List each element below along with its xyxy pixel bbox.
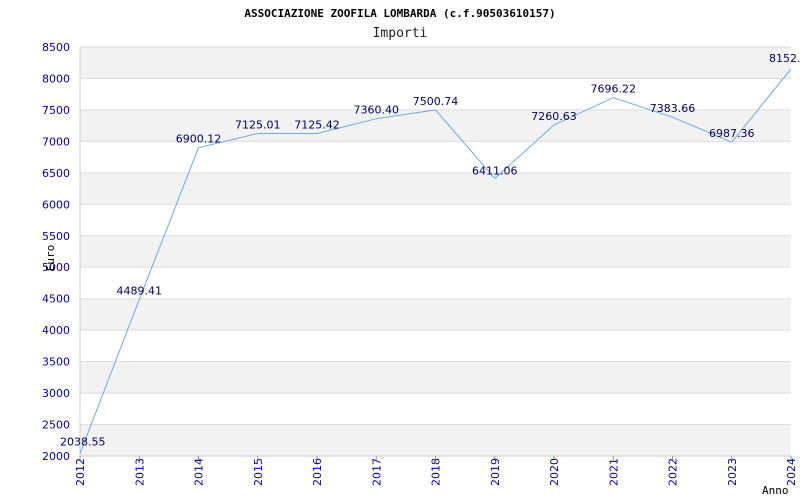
background-band bbox=[80, 235, 791, 268]
y-tick-label: 4000 bbox=[42, 324, 70, 337]
data-label: 6411.06 bbox=[472, 164, 518, 177]
y-tick-label: 8000 bbox=[42, 72, 70, 85]
y-axis-label: Euro bbox=[44, 245, 57, 272]
x-axis-label: Anno bbox=[762, 484, 789, 497]
data-label: 7500.74 bbox=[413, 95, 459, 108]
data-label: 7260.63 bbox=[531, 110, 577, 123]
x-tick-label: 2015 bbox=[252, 458, 265, 486]
y-tick-label: 3500 bbox=[42, 356, 70, 369]
line-chart: 2000250030003500400045005000550060006500… bbox=[42, 7, 800, 497]
x-tick-label: 2023 bbox=[726, 458, 739, 486]
chart-subtitle: Importi bbox=[373, 26, 428, 41]
data-label: 4489.41 bbox=[117, 284, 163, 297]
data-label: 7360.40 bbox=[354, 104, 400, 117]
y-tick-label: 8500 bbox=[42, 41, 70, 54]
y-tick-label: 3000 bbox=[42, 387, 70, 400]
x-tick-label: 2024 bbox=[785, 458, 798, 486]
data-label: 8152.17 bbox=[769, 52, 800, 65]
data-label: 7125.01 bbox=[235, 119, 281, 132]
data-label: 2038.55 bbox=[60, 436, 106, 449]
x-tick-labels: 2012 2013 2014 2015 2016 2017 2018 2019 2020 2021… bbox=[74, 458, 798, 486]
y-tick-label: 7000 bbox=[42, 135, 70, 148]
y-tick-label: 6000 bbox=[42, 198, 70, 211]
y-tick-label: 6500 bbox=[42, 167, 70, 180]
x-tick-label: 2022 bbox=[667, 458, 680, 486]
data-label: 6987.36 bbox=[709, 127, 755, 140]
y-tick-label: 2500 bbox=[42, 419, 70, 432]
data-label: 7696.22 bbox=[591, 83, 637, 96]
x-tick-label: 2019 bbox=[489, 458, 502, 486]
background-band bbox=[80, 424, 791, 456]
x-tick-label: 2017 bbox=[370, 458, 383, 486]
data-label: 7383.66 bbox=[650, 102, 696, 115]
y-tick-label: 5500 bbox=[42, 230, 70, 243]
y-tick-label: 2000 bbox=[42, 450, 70, 463]
y-tick-label: 4500 bbox=[42, 293, 70, 306]
x-tick-label: 2013 bbox=[133, 458, 146, 486]
background-band bbox=[80, 361, 791, 394]
data-label: 7125.42 bbox=[294, 118, 340, 131]
y-tick-label: 7500 bbox=[42, 104, 70, 117]
x-tick-label: 2016 bbox=[311, 458, 324, 486]
chart-title: ASSOCIAZIONE ZOOFILA LOMBARDA (c.f.90503… bbox=[244, 7, 555, 20]
x-tick-label: 2014 bbox=[193, 458, 206, 486]
x-tick-label: 2018 bbox=[430, 458, 443, 486]
x-tick-label: 2021 bbox=[607, 458, 620, 486]
data-label: 6900.12 bbox=[176, 133, 222, 146]
x-tick-label: 2020 bbox=[548, 458, 561, 486]
background-band bbox=[80, 298, 791, 331]
background-band bbox=[80, 47, 791, 79]
x-tick-label: 2012 bbox=[74, 458, 87, 486]
